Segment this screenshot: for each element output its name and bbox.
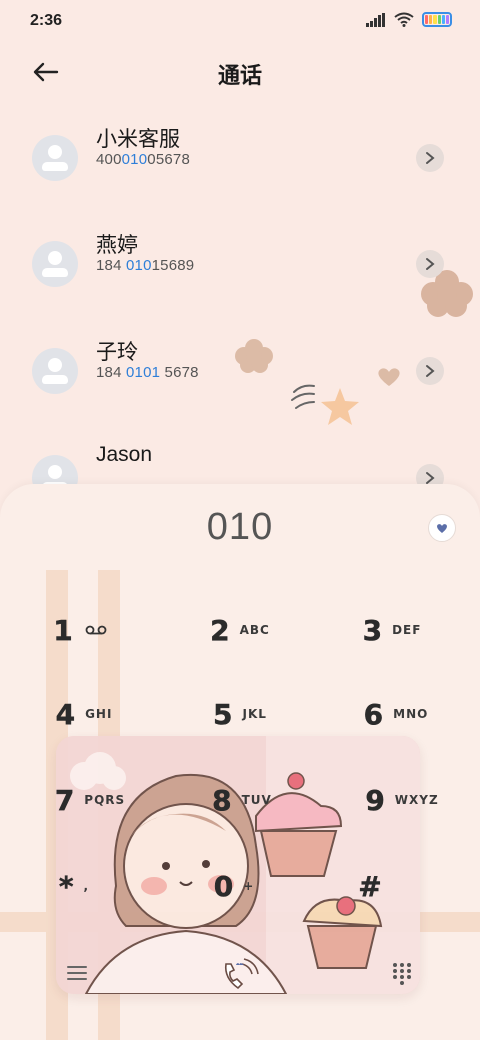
key-4[interactable]: 4 GHI xyxy=(14,684,154,744)
contact-item[interactable]: 小米客服 40001005678 xyxy=(0,128,480,235)
contact-name: 燕婷 xyxy=(96,234,138,257)
battery-segment xyxy=(437,15,441,24)
battery-segment xyxy=(441,15,445,24)
favorite-button[interactable] xyxy=(428,514,456,542)
keypad-toggle-button[interactable] xyxy=(392,962,416,986)
key-star[interactable]: * , xyxy=(4,856,144,916)
contact-item[interactable]: 子玲 184 0101 5678 xyxy=(0,341,480,448)
call-button[interactable] xyxy=(220,958,260,994)
contact-detail-button[interactable] xyxy=(416,250,444,278)
key-5[interactable]: 5 JKL xyxy=(170,684,310,744)
phone-icon xyxy=(224,958,259,990)
dialed-number: 010 xyxy=(206,506,274,548)
contact-detail-button[interactable] xyxy=(416,357,444,385)
battery-segment xyxy=(429,15,433,24)
status-icons xyxy=(366,12,452,27)
key-3[interactable]: 3 DEF xyxy=(322,600,462,660)
contact-detail-button[interactable] xyxy=(416,144,444,172)
key-1[interactable]: 1 xyxy=(10,600,150,660)
avatar xyxy=(32,241,78,287)
chevron-right-icon xyxy=(426,152,435,164)
contact-name: 小米客服 xyxy=(96,128,180,151)
key-7[interactable]: 7 PQRS xyxy=(20,770,160,830)
contact-number: 40001005678 xyxy=(96,151,190,168)
status-bar: 2:36 xyxy=(0,0,480,44)
menu-button[interactable] xyxy=(66,964,90,986)
key-0[interactable]: 0 + xyxy=(164,856,304,916)
avatar xyxy=(32,348,78,394)
contact-item[interactable]: 燕婷 184 01015689 xyxy=(0,234,480,341)
battery-segment xyxy=(433,15,437,24)
dialpad-icon xyxy=(393,963,411,985)
wifi-icon xyxy=(394,12,414,27)
key-9[interactable]: 9 WXYZ xyxy=(332,770,472,830)
chevron-right-icon xyxy=(426,365,435,377)
header: 通话 xyxy=(0,44,480,100)
key-8[interactable]: 8 TUV xyxy=(172,770,312,830)
page-title: 通话 xyxy=(217,63,262,88)
chevron-right-icon xyxy=(426,472,435,484)
key-6[interactable]: 6 MNO xyxy=(326,684,466,744)
contact-name: Jason xyxy=(96,443,153,466)
contact-number: 184 0101 5678 xyxy=(96,364,199,381)
menu-icon xyxy=(67,966,87,980)
key-2[interactable]: 2 ABC xyxy=(170,600,310,660)
dialer-panel: 010 1 2 ABC 3 DEF 4 GHI 5 JKL 6 MNO 7 PQ… xyxy=(0,484,480,1040)
battery-icon xyxy=(422,12,452,27)
avatar xyxy=(32,135,78,181)
signal-icon xyxy=(366,12,385,27)
battery-segment xyxy=(445,15,450,24)
status-time: 2:36 xyxy=(30,12,63,29)
contact-number: 184 01015689 xyxy=(96,257,195,274)
chevron-right-icon xyxy=(426,258,435,270)
contact-name: 子玲 xyxy=(96,341,138,364)
battery-segment xyxy=(425,15,429,24)
heart-icon xyxy=(437,523,447,533)
voicemail-icon xyxy=(85,625,107,635)
key-hash[interactable]: # xyxy=(300,856,440,916)
